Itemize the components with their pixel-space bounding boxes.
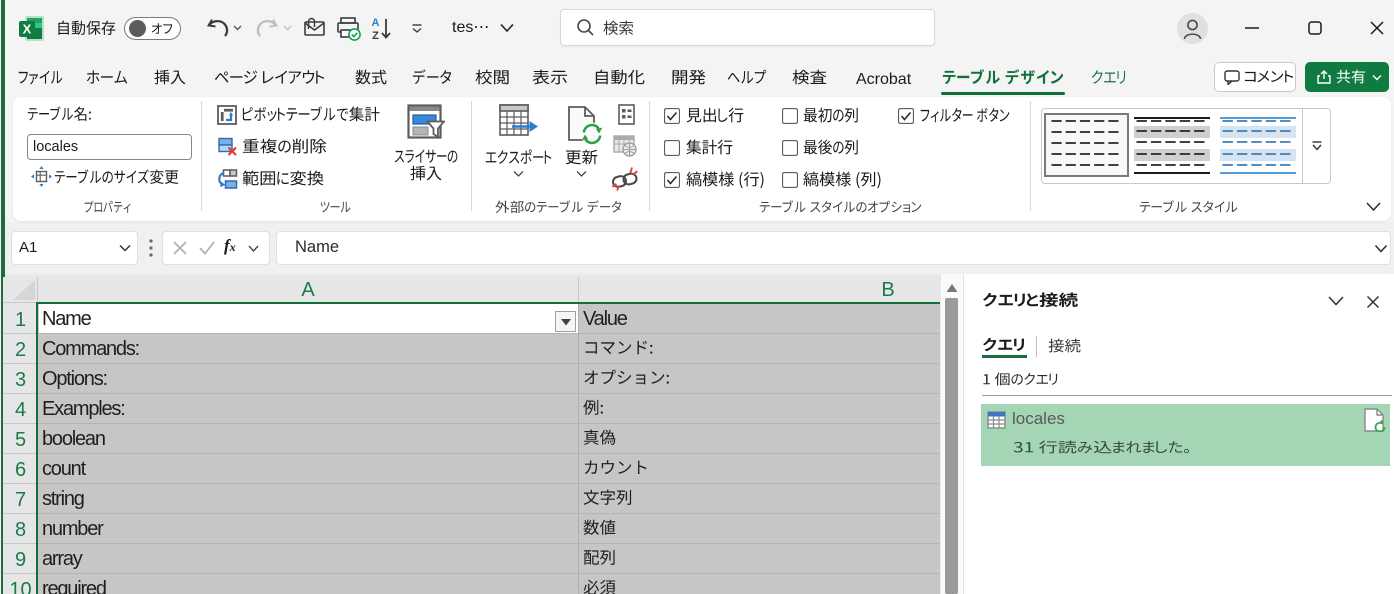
svg-text:X: X — [23, 22, 32, 37]
svg-text:A: A — [372, 17, 380, 29]
svg-text:Z: Z — [372, 30, 379, 42]
